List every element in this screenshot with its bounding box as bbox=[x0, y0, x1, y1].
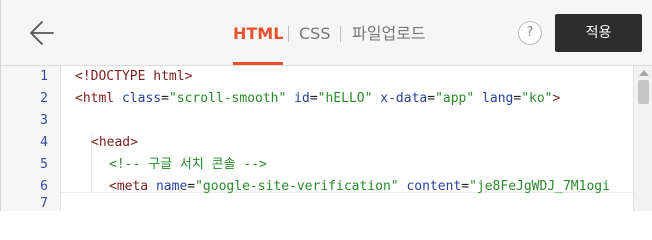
equals-token: = bbox=[427, 91, 436, 106]
equals-token: = bbox=[187, 179, 196, 194]
code-line[interactable]: 4 <head> bbox=[1, 132, 633, 154]
tab-divider bbox=[340, 26, 341, 42]
attr-name-token: content bbox=[406, 179, 462, 194]
editor-header: HTML CSS 파일업로드 ? 적용 bbox=[1, 0, 652, 66]
code-line[interactable]: 5 <!-- 구글 서치 콘솔 --> bbox=[1, 154, 633, 176]
attr-value-token: "hELLO" bbox=[317, 91, 373, 106]
tag-token: > bbox=[552, 91, 561, 106]
code-text: <head> bbox=[91, 132, 138, 154]
help-icon[interactable]: ? bbox=[518, 21, 542, 45]
line-number: 3 bbox=[40, 113, 48, 128]
attr-name-token: class bbox=[121, 91, 162, 106]
scrollbar-thumb[interactable] bbox=[638, 80, 649, 104]
tag-token: <meta bbox=[109, 179, 149, 194]
attr-value-token: "je8FeJgWDJ_7M1ogi bbox=[469, 179, 610, 194]
tab-divider bbox=[288, 26, 289, 42]
vertical-scrollbar[interactable] bbox=[633, 66, 652, 211]
code-line[interactable]: 3 bbox=[1, 110, 633, 132]
attr-value-token: "app" bbox=[435, 91, 475, 106]
attr-value-token: "ko" bbox=[521, 91, 553, 106]
line-number: 1 bbox=[40, 69, 48, 84]
attr-value-token: "scroll-smooth" bbox=[168, 91, 287, 106]
code-text: <html class="scroll-smooth" id="hELLO" x… bbox=[75, 88, 560, 110]
code-text: <!-- 구글 서치 콘솔 --> bbox=[109, 154, 267, 176]
line-number: 2 bbox=[40, 91, 48, 106]
equals-token: = bbox=[461, 179, 470, 194]
equals-token: = bbox=[513, 91, 522, 106]
code-line[interactable]: 7 bbox=[1, 193, 633, 211]
code-editor[interactable]: 1 <!DOCTYPE html> 2 <html class="scroll-… bbox=[1, 66, 652, 211]
attr-name-token: name bbox=[155, 179, 188, 194]
attr-name-token: x-data bbox=[380, 91, 428, 106]
attr-name-token: lang bbox=[482, 91, 514, 106]
attr-value-token: "google-site-verification" bbox=[195, 179, 399, 194]
equals-token: = bbox=[161, 91, 169, 106]
comment-token: <!-- 구글 서치 콘솔 --> bbox=[109, 157, 267, 172]
tab-html[interactable]: HTML bbox=[233, 24, 284, 65]
line-number: 4 bbox=[40, 135, 48, 150]
line-number: 5 bbox=[40, 157, 48, 172]
tag-token: <!DOCTYPE html> bbox=[75, 69, 193, 84]
editor-window: HTML CSS 파일업로드 ? 적용 1 <!DOCTYPE html> 2 … bbox=[0, 0, 652, 211]
tab-css[interactable]: CSS bbox=[299, 24, 330, 44]
line-number: 7 bbox=[40, 196, 48, 211]
attr-name-token: id bbox=[294, 91, 310, 106]
equals-token: = bbox=[309, 91, 318, 106]
apply-button[interactable]: 적용 bbox=[555, 14, 642, 52]
tag-token: <html bbox=[75, 91, 115, 106]
code-text: <!DOCTYPE html> bbox=[75, 66, 192, 88]
code-line[interactable]: 2 <html class="scroll-smooth" id="hELLO"… bbox=[1, 88, 633, 110]
tab-file-upload[interactable]: 파일업로드 bbox=[352, 24, 426, 44]
tag-token: <head> bbox=[91, 135, 138, 150]
scroll-up-arrow-icon[interactable] bbox=[639, 70, 649, 76]
code-line[interactable]: 1 <!DOCTYPE html> bbox=[1, 66, 633, 88]
